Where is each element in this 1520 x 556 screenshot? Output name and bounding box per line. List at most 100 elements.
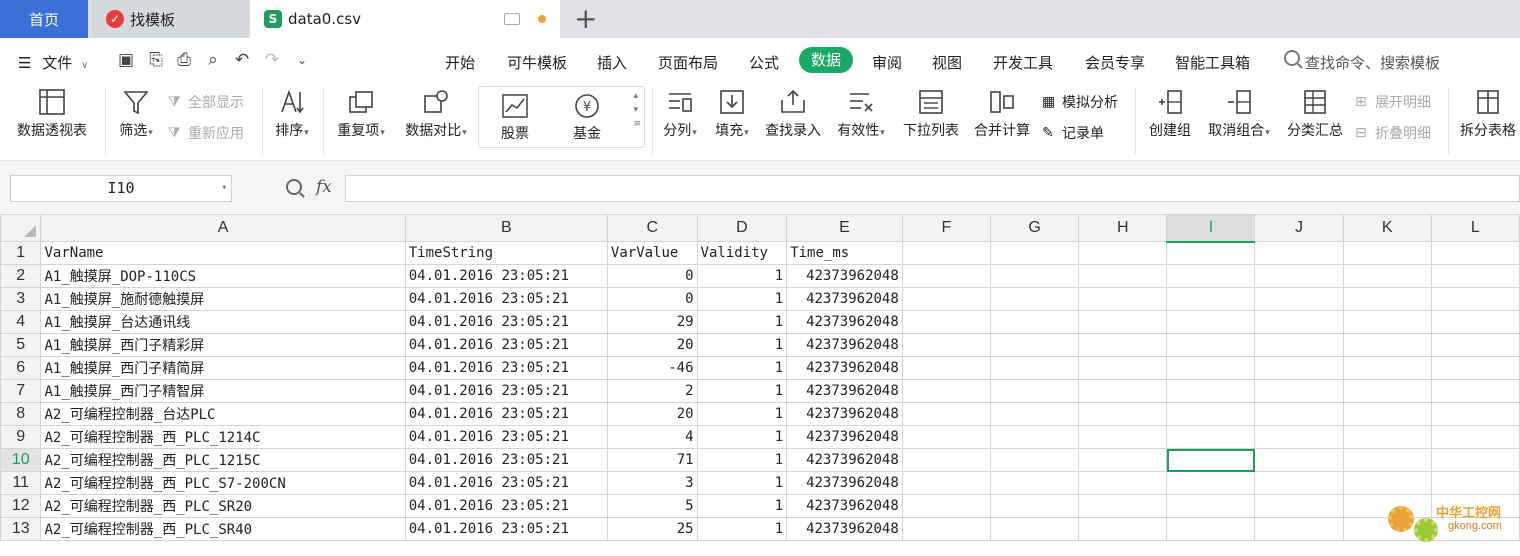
undo-icon[interactable]: ↶ — [232, 50, 252, 70]
cell-g9[interactable] — [989, 425, 1080, 449]
cell-b13[interactable]: 04.01.2016 23:05:21 — [404, 517, 608, 541]
row-header[interactable]: 9 — [0, 425, 42, 449]
column-header-g[interactable]: G — [989, 214, 1080, 242]
column-header-j[interactable]: J — [1254, 214, 1344, 242]
pivot-table-button[interactable]: 数据透视表 — [12, 88, 92, 140]
cell-b12[interactable]: 04.01.2016 23:05:21 — [404, 494, 608, 518]
cell-e11[interactable]: 42373962048 — [786, 471, 903, 495]
cell-c9[interactable]: 4 — [606, 425, 698, 449]
menu-formulas[interactable]: 公式 — [749, 52, 779, 73]
menu-review[interactable]: 审阅 — [872, 52, 902, 73]
filter-button[interactable]: 筛选▾ — [114, 88, 158, 140]
cell-l3[interactable] — [1430, 287, 1520, 311]
insert-function-icon[interactable]: fx — [316, 177, 332, 197]
cell-i3[interactable] — [1166, 287, 1256, 311]
create-group-button[interactable]: 创建组 — [1146, 88, 1194, 140]
cell-j4[interactable] — [1254, 310, 1344, 334]
cell-f7[interactable] — [901, 379, 991, 403]
cell-j6[interactable] — [1254, 356, 1344, 380]
cell-j8[interactable] — [1254, 402, 1344, 426]
ungroup-button[interactable]: 取消组合▾ — [1203, 88, 1275, 140]
column-header-h[interactable]: H — [1078, 214, 1168, 242]
cell-e3[interactable]: 42373962048 — [786, 287, 903, 311]
cell-j2[interactable] — [1254, 264, 1344, 288]
expand-detail-button[interactable]: ⊞ 展开明细 — [1355, 92, 1431, 112]
row-header[interactable]: 2 — [0, 264, 42, 288]
row-header[interactable]: 1 — [0, 241, 42, 265]
print-preview-icon[interactable]: ⌕ — [203, 50, 223, 70]
lookup-entry-button[interactable]: 查找录入 — [762, 88, 824, 140]
row-header[interactable]: 3 — [0, 287, 42, 311]
menu-data[interactable]: 数据 — [799, 47, 853, 73]
cell-l7[interactable] — [1430, 379, 1520, 403]
cell-b3[interactable]: 04.01.2016 23:05:21 — [404, 287, 608, 311]
cell-h8[interactable] — [1078, 402, 1168, 426]
cell-i7[interactable] — [1166, 379, 1256, 403]
cell-a9[interactable]: A2_可编程控制器_西_PLC_1214C — [40, 425, 406, 449]
cell-j11[interactable] — [1254, 471, 1344, 495]
cell-e7[interactable]: 42373962048 — [786, 379, 903, 403]
cell-i6[interactable] — [1166, 356, 1256, 380]
menu-developer[interactable]: 开发工具 — [993, 52, 1053, 73]
cell-e5[interactable]: 42373962048 — [786, 333, 903, 357]
cell-k11[interactable] — [1342, 471, 1432, 495]
cell-l2[interactable] — [1430, 264, 1520, 288]
cell-h10[interactable] — [1078, 448, 1168, 472]
cell-f6[interactable] — [901, 356, 991, 380]
cell-d12[interactable]: 1 — [696, 494, 788, 518]
cell-a5[interactable]: A1_触摸屏_西门子精彩屏 — [40, 333, 406, 357]
cell-i5[interactable] — [1166, 333, 1256, 357]
cell-l5[interactable] — [1430, 333, 1520, 357]
cell-j7[interactable] — [1254, 379, 1344, 403]
cell-h2[interactable] — [1078, 264, 1168, 288]
column-header-e[interactable]: E — [786, 214, 903, 242]
cell-c12[interactable]: 5 — [606, 494, 698, 518]
cell-g10[interactable] — [989, 448, 1080, 472]
tab-data0-csv[interactable]: S data0.csv — [250, 0, 560, 38]
cell-k3[interactable] — [1342, 287, 1432, 311]
row-header[interactable]: 10 — [0, 448, 42, 472]
cell-h9[interactable] — [1078, 425, 1168, 449]
cell-j1[interactable] — [1254, 241, 1344, 265]
subtotal-button[interactable]: 分类汇总 — [1284, 88, 1346, 140]
split-table-button[interactable]: 拆分表格 — [1458, 88, 1518, 140]
row-header[interactable]: 11 — [0, 471, 42, 495]
fund-button[interactable]: ¥ 基金 — [565, 93, 609, 143]
cell-e12[interactable]: 42373962048 — [786, 494, 903, 518]
cell-d11[interactable]: 1 — [696, 471, 788, 495]
cell-k1[interactable] — [1342, 241, 1432, 265]
cell-c3[interactable]: 0 — [606, 287, 698, 311]
cell-i4[interactable] — [1166, 310, 1256, 334]
save-icon[interactable]: ▣ — [116, 50, 136, 70]
cell-i12[interactable] — [1166, 494, 1256, 518]
cell-h11[interactable] — [1078, 471, 1168, 495]
cell-e2[interactable]: 42373962048 — [786, 264, 903, 288]
cell-g3[interactable] — [989, 287, 1080, 311]
consolidate-button[interactable]: 合并计算 — [971, 88, 1033, 140]
cell-d8[interactable]: 1 — [696, 402, 788, 426]
cell-g4[interactable] — [989, 310, 1080, 334]
cell-h1[interactable] — [1078, 241, 1168, 265]
cell-g1[interactable] — [989, 241, 1080, 265]
menu-smart-tools[interactable]: 智能工具箱 — [1175, 52, 1250, 73]
menu-member[interactable]: 会员专享 — [1085, 52, 1145, 73]
cell-h7[interactable] — [1078, 379, 1168, 403]
cell-h3[interactable] — [1078, 287, 1168, 311]
cell-k2[interactable] — [1342, 264, 1432, 288]
cell-l9[interactable] — [1430, 425, 1520, 449]
dropdown-list-button[interactable]: 下拉列表 — [900, 88, 962, 140]
cell-l4[interactable] — [1430, 310, 1520, 334]
record-form-button[interactable]: ✎ 记录单 — [1042, 123, 1104, 143]
cell-a10[interactable]: A2_可编程控制器_西_PLC_1215C — [40, 448, 406, 472]
cell-i13[interactable] — [1166, 517, 1256, 541]
cell-d7[interactable]: 1 — [696, 379, 788, 403]
column-header-b[interactable]: B — [404, 214, 608, 242]
cell-d10[interactable]: 1 — [696, 448, 788, 472]
cell-l11[interactable] — [1430, 471, 1520, 495]
cell-d2[interactable]: 1 — [696, 264, 788, 288]
cell-c4[interactable]: 29 — [606, 310, 698, 334]
cell-e4[interactable]: 42373962048 — [786, 310, 903, 334]
cell-e10[interactable]: 42373962048 — [786, 448, 903, 472]
cell-e13[interactable]: 42373962048 — [786, 517, 903, 541]
formula-input[interactable] — [345, 175, 1520, 202]
